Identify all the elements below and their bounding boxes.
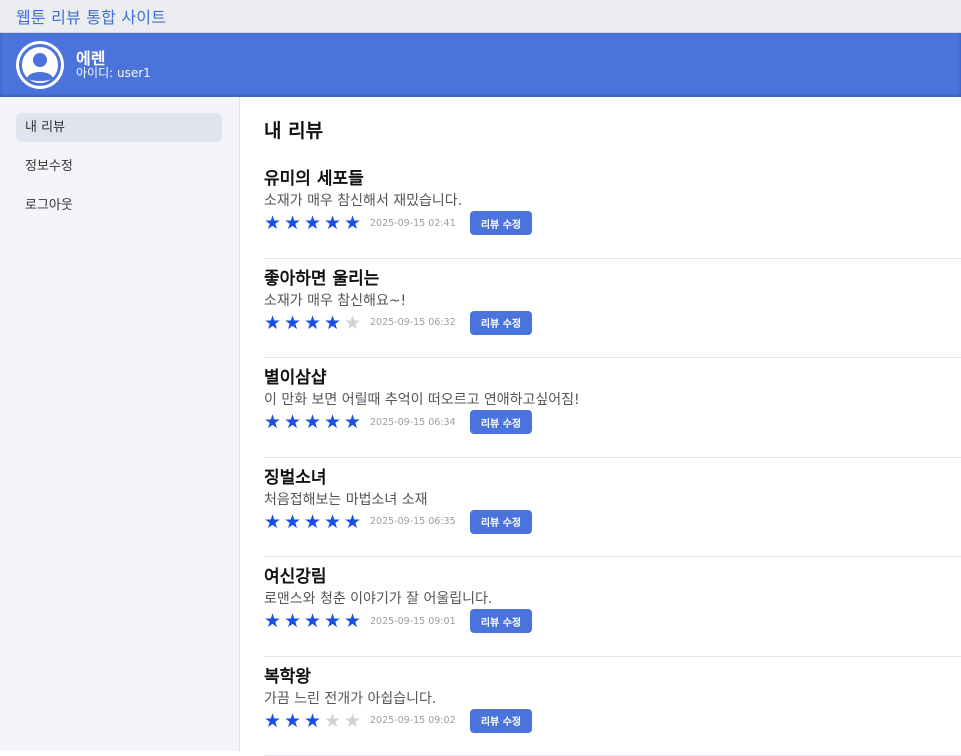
star-rating: ★★★★★ (264, 212, 370, 234)
star-icon: ★ (264, 411, 284, 433)
review-meta: ★★★★★2025-09-15 02:41리뷰 수정 (264, 211, 961, 235)
review-text: 이 만화 보면 어릴때 추억이 떠오르고 연애하고싶어짐! (264, 391, 961, 410)
review-date: 2025-09-15 09:01 (370, 616, 470, 627)
star-icon: ★ (304, 710, 324, 732)
star-rating: ★★★★★ (264, 312, 370, 334)
edit-review-button[interactable]: 리뷰 수정 (470, 410, 532, 434)
review-text: 가끔 느린 전개가 아쉽습니다. (264, 690, 961, 709)
star-icon: ★ (324, 411, 344, 433)
review-date: 2025-09-15 02:41 (370, 218, 470, 229)
user-info: 에렌 아이디: user1 (76, 50, 151, 81)
star-icon: ★ (304, 411, 324, 433)
page-title: 내 리뷰 (264, 120, 961, 143)
top-header: 웹툰 리뷰 통합 사이트 (0, 0, 961, 33)
star-icon: ★ (264, 710, 284, 732)
sidebar-item-my-reviews[interactable]: 내 리뷰 (16, 113, 222, 142)
star-icon: ★ (344, 212, 364, 234)
sidebar-item-logout[interactable]: 로그아웃 (16, 191, 222, 220)
star-icon: ★ (324, 312, 344, 334)
review-meta: ★★★★★2025-09-15 09:02리뷰 수정 (264, 709, 961, 733)
review-meta: ★★★★★2025-09-15 06:34리뷰 수정 (264, 410, 961, 434)
review-item: 징벌소녀처음접해보는 마법소녀 소재★★★★★2025-09-15 06:35리… (264, 458, 961, 558)
star-icon: ★ (344, 511, 364, 533)
star-icon: ★ (344, 610, 364, 632)
review-item: 좋아하면 울리는소재가 매우 참신해요~!★★★★★2025-09-15 06:… (264, 259, 961, 359)
star-icon: ★ (344, 411, 364, 433)
user-name: 에렌 (76, 50, 151, 68)
review-text: 처음접해보는 마법소녀 소재 (264, 491, 961, 510)
review-title[interactable]: 별이삼샵 (264, 367, 961, 389)
review-item: 여신강림로맨스와 청춘 이야기가 잘 어울립니다.★★★★★2025-09-15… (264, 557, 961, 657)
review-title[interactable]: 복학왕 (264, 666, 961, 688)
review-title[interactable]: 좋아하면 울리는 (264, 268, 961, 290)
star-icon: ★ (284, 312, 304, 334)
review-title[interactable]: 징벌소녀 (264, 467, 961, 489)
user-bar: 에렌 아이디: user1 (0, 33, 961, 97)
star-icon: ★ (264, 610, 284, 632)
review-meta: ★★★★★2025-09-15 06:32리뷰 수정 (264, 311, 961, 335)
star-rating: ★★★★★ (264, 610, 370, 632)
star-icon: ★ (344, 312, 364, 334)
sidebar-item-edit-info[interactable]: 정보수정 (16, 152, 222, 181)
review-date: 2025-09-15 06:35 (370, 516, 470, 527)
review-date: 2025-09-15 09:02 (370, 715, 470, 726)
main-content: 내 리뷰 유미의 세포들소재가 매우 참신해서 재밌습니다.★★★★★2025-… (264, 97, 961, 751)
star-icon: ★ (304, 312, 324, 334)
star-icon: ★ (284, 411, 304, 433)
star-icon: ★ (284, 710, 304, 732)
edit-review-button[interactable]: 리뷰 수정 (470, 311, 532, 335)
site-title[interactable]: 웹툰 리뷰 통합 사이트 (16, 4, 166, 28)
review-date: 2025-09-15 06:34 (370, 417, 470, 428)
review-item: 별이삼샵이 만화 보면 어릴때 추억이 떠오르고 연애하고싶어짐!★★★★★20… (264, 358, 961, 458)
edit-review-button[interactable]: 리뷰 수정 (470, 709, 532, 733)
review-item: 복학왕가끔 느린 전개가 아쉽습니다.★★★★★2025-09-15 09:02… (264, 657, 961, 756)
star-rating: ★★★★★ (264, 710, 370, 732)
star-icon: ★ (304, 212, 324, 234)
star-icon: ★ (324, 212, 344, 234)
star-icon: ★ (304, 511, 324, 533)
star-icon: ★ (264, 312, 284, 334)
star-icon: ★ (344, 710, 364, 732)
sidebar: 내 리뷰 정보수정 로그아웃 (0, 97, 240, 751)
review-item: 유미의 세포들소재가 매우 참신해서 재밌습니다.★★★★★2025-09-15… (264, 159, 961, 259)
star-icon: ★ (324, 511, 344, 533)
review-list: 유미의 세포들소재가 매우 참신해서 재밌습니다.★★★★★2025-09-15… (264, 159, 961, 756)
star-icon: ★ (264, 511, 284, 533)
user-avatar-icon (16, 41, 64, 89)
star-icon: ★ (284, 212, 304, 234)
review-meta: ★★★★★2025-09-15 09:01리뷰 수정 (264, 609, 961, 633)
star-rating: ★★★★★ (264, 511, 370, 533)
review-text: 소재가 매우 참신해요~! (264, 292, 961, 311)
edit-review-button[interactable]: 리뷰 수정 (470, 211, 532, 235)
star-icon: ★ (284, 511, 304, 533)
review-title[interactable]: 여신강림 (264, 566, 961, 588)
star-icon: ★ (324, 610, 344, 632)
review-date: 2025-09-15 06:32 (370, 317, 470, 328)
review-text: 소재가 매우 참신해서 재밌습니다. (264, 192, 961, 211)
star-icon: ★ (264, 212, 284, 234)
review-text: 로맨스와 청춘 이야기가 잘 어울립니다. (264, 590, 961, 609)
star-rating: ★★★★★ (264, 411, 370, 433)
review-title[interactable]: 유미의 세포들 (264, 168, 961, 190)
review-meta: ★★★★★2025-09-15 06:35리뷰 수정 (264, 510, 961, 534)
star-icon: ★ (324, 710, 344, 732)
edit-review-button[interactable]: 리뷰 수정 (470, 510, 532, 534)
star-icon: ★ (284, 610, 304, 632)
edit-review-button[interactable]: 리뷰 수정 (470, 609, 532, 633)
star-icon: ★ (304, 610, 324, 632)
user-id: 아이디: user1 (76, 67, 151, 80)
